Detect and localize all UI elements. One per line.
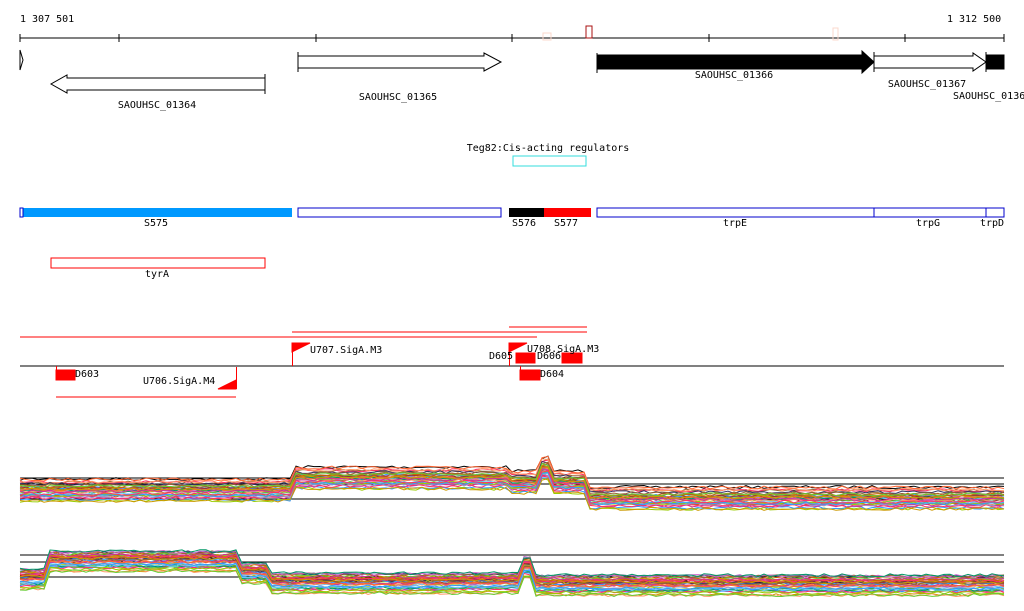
segment-s575[interactable] [20,208,292,217]
gene-arrow-0136x[interactable] [985,52,1005,72]
feature-label[interactable]: D603 [75,370,99,380]
expression-panels [19,455,1005,598]
gene-arrow-01367[interactable] [873,52,987,72]
segment-edge [19,207,24,218]
gene-arrow-01364[interactable] [49,74,266,94]
segment-label: S577 [553,218,579,229]
feature-label[interactable]: U707.SigA.M3 [310,346,382,356]
segment-trpD[interactable] [985,207,1005,218]
operon-tyrA[interactable] [50,257,266,269]
segment-trpE[interactable] [596,207,875,218]
gene-arrow-small[interactable] [19,49,24,71]
feature-label[interactable]: D605 [489,352,513,362]
segment-label: S575 [143,218,169,229]
segment-label: S576 [511,218,537,229]
feature-lines [20,326,587,398]
gene-label[interactable]: SAOUHSC_01364 [118,101,196,111]
segment-label: trpE [722,218,748,229]
gene-label[interactable]: SAOUHSC_01365 [359,93,437,103]
segment-outline[interactable] [297,207,502,218]
segment-trpG[interactable] [873,207,987,218]
segment-label: trpG [915,218,941,229]
segment-s576[interactable] [509,208,544,217]
segment-s577[interactable] [544,208,591,217]
marker-box[interactable] [542,32,552,41]
teg82-box[interactable] [512,155,587,167]
ruler-end: 1 312 500 [947,14,1002,25]
gene-label[interactable]: SAOUHSC_0136 [953,92,1024,102]
feature-label[interactable]: D604 [540,370,564,380]
gene-label[interactable]: SAOUHSC_01366 [695,71,773,81]
operon-label: tyrA [144,269,170,280]
gene-arrow-01365[interactable] [297,52,503,72]
gene-label[interactable]: SAOUHSC_01367 [888,80,966,90]
ruler-start: 1 307 501 [20,14,75,25]
ruler [19,34,1005,42]
genome-browser-canvas[interactable] [0,0,1024,611]
feature-label[interactable]: U706.SigA.M4 [143,377,215,387]
regulator-label: Teg82:Cis-acting regulators [466,143,630,154]
marker-box[interactable] [585,25,593,39]
feature-label[interactable]: D606 [537,352,561,362]
segment-label: trpD [980,218,1005,229]
